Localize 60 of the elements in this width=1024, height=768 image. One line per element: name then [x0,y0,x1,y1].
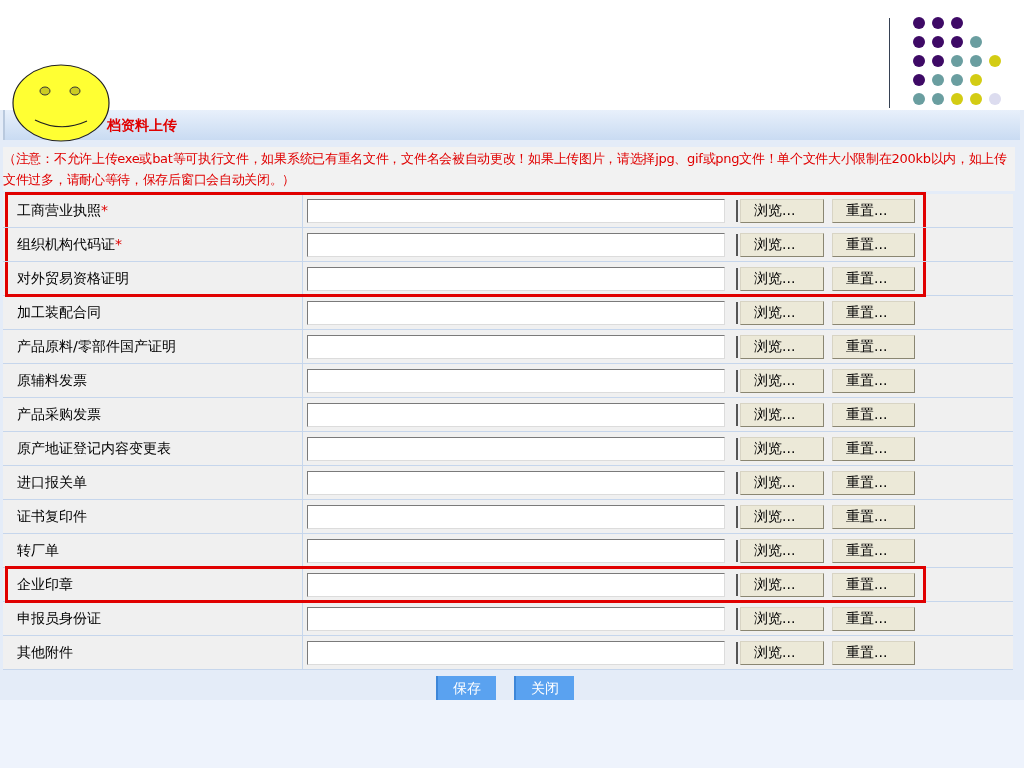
browse-button[interactable]: 浏览... [740,504,824,529]
file-path-field[interactable] [307,470,725,495]
field-label: 申报员身份证 [17,609,101,628]
file-path-field[interactable] [307,334,725,359]
required-mark: * [101,201,108,220]
file-path-field[interactable] [307,640,725,665]
file-path-field[interactable] [307,300,725,325]
browse-button[interactable]: 浏览... [740,606,824,631]
field-label: 证书复印件 [17,507,87,526]
reset-button[interactable]: 重置... [832,334,915,359]
file-path-field[interactable] [307,572,725,597]
browse-button[interactable]: 浏览... [740,436,824,461]
reset-button[interactable]: 重置... [832,198,915,223]
browse-button[interactable]: 浏览... [740,334,824,359]
field-label: 工商营业执照 [17,201,101,220]
reset-button[interactable]: 重置... [832,504,915,529]
field-label: 原产地证登记内容变更表 [17,439,171,458]
file-path-field[interactable] [307,198,725,223]
field-label: 原辅料发票 [17,371,87,390]
field-label: 转厂单 [17,541,59,560]
field-label: 其他附件 [17,643,73,662]
browse-button[interactable]: 浏览... [740,300,824,325]
file-path-field[interactable] [307,504,725,529]
reset-button[interactable]: 重置... [832,232,915,257]
browse-button[interactable]: 浏览... [740,266,824,291]
reset-button[interactable]: 重置... [832,436,915,461]
field-label: 企业印章 [17,575,73,594]
reset-button[interactable]: 重置... [832,640,915,665]
browse-button[interactable]: 浏览... [740,402,824,427]
reset-button[interactable]: 重置... [832,266,915,291]
field-label: 对外贸易资格证明 [17,269,129,288]
browse-button[interactable]: 浏览... [740,368,824,393]
reset-button[interactable]: 重置... [832,368,915,393]
browse-button[interactable]: 浏览... [740,470,824,495]
form-title: 档资料上传 [107,115,177,135]
file-path-field[interactable] [307,368,725,393]
field-label: 加工装配合同 [17,303,101,322]
file-path-field[interactable] [307,436,725,461]
notice-text: （注意：不允许上传exe或bat等可执行文件，如果系统已有重名文件，文件名会被自动更改！如果上传图片，请选择jpg、gif或png文件！单个文件大小限制在200kb以内，如上传文件过多，请耐心等待，保存后窗口会自动关闭。） [3,150,1008,189]
browse-button[interactable]: 浏览... [740,538,824,563]
file-path-field[interactable] [307,538,725,563]
reset-button[interactable]: 重置... [832,470,915,495]
browse-button[interactable]: 浏览... [740,198,824,223]
required-mark: * [115,235,122,254]
browse-button[interactable]: 浏览... [740,232,824,257]
reset-button[interactable]: 重置... [832,300,915,325]
field-label: 组织机构代码证 [17,235,115,254]
file-path-field[interactable] [307,402,725,427]
browse-button[interactable]: 浏览... [740,572,824,597]
field-label: 进口报关单 [17,473,87,492]
reset-button[interactable]: 重置... [832,538,915,563]
field-label: 产品采购发票 [17,405,101,424]
browse-button[interactable]: 浏览... [740,640,824,665]
file-path-field[interactable] [307,266,725,291]
file-path-field[interactable] [307,232,725,257]
field-label: 产品原料/零部件国产证明 [17,337,176,356]
file-path-field[interactable] [307,606,725,631]
reset-button[interactable]: 重置... [832,572,915,597]
reset-button[interactable]: 重置... [832,402,915,427]
reset-button[interactable]: 重置... [832,606,915,631]
